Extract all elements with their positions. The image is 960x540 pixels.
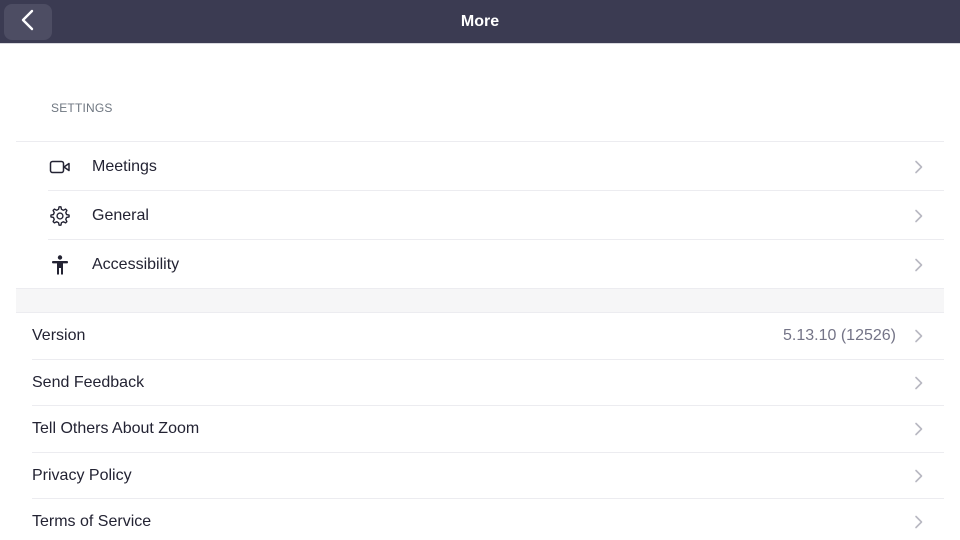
chevron-right-icon	[914, 376, 924, 390]
chevron-right-icon	[914, 422, 924, 436]
video-camera-icon	[48, 155, 72, 179]
version-value: 5.13.10 (12526)	[783, 327, 896, 345]
section-divider	[16, 289, 944, 313]
chevron-right-icon	[914, 329, 924, 343]
accessibility-icon	[48, 253, 72, 277]
about-item-version[interactable]: Version 5.13.10 (12526)	[16, 313, 944, 360]
settings-item-general[interactable]: General	[16, 191, 944, 240]
page-title: More	[460, 13, 500, 30]
about-item-label: Terms of Service	[32, 513, 152, 531]
settings-item-accessibility[interactable]: Accessibility	[16, 240, 944, 289]
settings-item-label: General	[92, 206, 149, 224]
chevron-right-icon	[914, 209, 924, 223]
chevron-right-icon	[914, 515, 924, 529]
about-item-send-feedback[interactable]: Send Feedback	[16, 360, 944, 407]
chevron-right-icon	[914, 160, 924, 174]
settings-section-label: SETTINGS	[51, 101, 113, 115]
settings-item-meetings[interactable]: Meetings	[16, 142, 944, 191]
settings-item-label: Meetings	[92, 157, 157, 175]
settings-list: Meetings General Accessibility	[16, 141, 944, 289]
about-item-privacy-policy[interactable]: Privacy Policy	[16, 453, 944, 500]
chevron-right-icon	[914, 469, 924, 483]
gear-icon	[48, 204, 72, 228]
about-item-label: Version	[32, 327, 86, 345]
top-bar: More	[0, 0, 960, 44]
about-item-terms-of-service[interactable]: Terms of Service	[16, 499, 944, 540]
settings-item-label: Accessibility	[92, 255, 180, 273]
about-list: Version 5.13.10 (12526) Send Feedback Te…	[16, 313, 944, 540]
about-item-label: Send Feedback	[32, 373, 145, 391]
chevron-right-icon	[914, 258, 924, 272]
about-item-label: Tell Others About Zoom	[32, 420, 200, 438]
about-item-tell-others[interactable]: Tell Others About Zoom	[16, 406, 944, 453]
about-item-label: Privacy Policy	[32, 466, 132, 484]
